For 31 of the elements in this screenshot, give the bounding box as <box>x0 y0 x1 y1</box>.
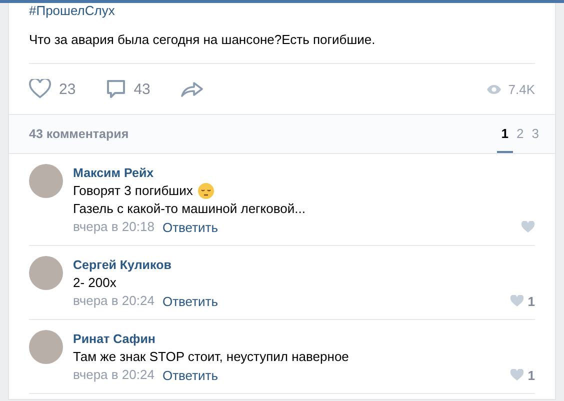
avatar-placeholder[interactable] <box>29 256 63 290</box>
hashtag-link[interactable]: #ПрошелСлух <box>29 3 535 19</box>
comment-count: 43 комментария <box>29 127 129 141</box>
comment-time: вчера в 20:18 <box>73 218 154 236</box>
reply-link[interactable]: Ответить <box>162 368 218 382</box>
comment-time: вчера в 20:24 <box>73 292 154 310</box>
comment-text: 2- 200х <box>73 274 116 292</box>
comment-text: Газель с какой-то машиной легковой... <box>73 200 306 218</box>
author-link[interactable]: Сергей Куликов <box>73 258 172 272</box>
comment-text: Там же знак STOP стоит, неуступил наверное <box>73 348 349 366</box>
author-link[interactable]: Ринат Сафин <box>73 332 156 346</box>
share-button[interactable] <box>180 80 204 98</box>
post-text: Что за авария была сегодня на шансоне?Есть погибшие. <box>29 31 535 64</box>
comment-time: вчера в 20:24 <box>73 366 154 384</box>
avatar-placeholder[interactable] <box>29 164 63 198</box>
eye-icon <box>486 84 502 94</box>
author-link[interactable]: Максим Рейх <box>73 166 154 180</box>
reply-link[interactable]: Ответить <box>162 220 218 234</box>
page-tab[interactable]: 1 <box>497 115 513 153</box>
comment-like-button[interactable] <box>521 221 535 233</box>
comment-text: Говорят 3 погибших <box>73 182 193 200</box>
view-count: 7.4K <box>508 82 535 96</box>
heart-icon <box>510 369 524 381</box>
sad-face-icon <box>196 182 215 200</box>
heart-icon <box>29 79 51 99</box>
heart-icon <box>510 295 524 307</box>
reply-link[interactable]: Ответить <box>162 294 218 308</box>
speech-bubble-icon <box>106 79 126 99</box>
avatar-placeholder[interactable] <box>29 330 63 364</box>
heart-icon <box>521 221 535 233</box>
arrow-icon <box>180 80 204 98</box>
